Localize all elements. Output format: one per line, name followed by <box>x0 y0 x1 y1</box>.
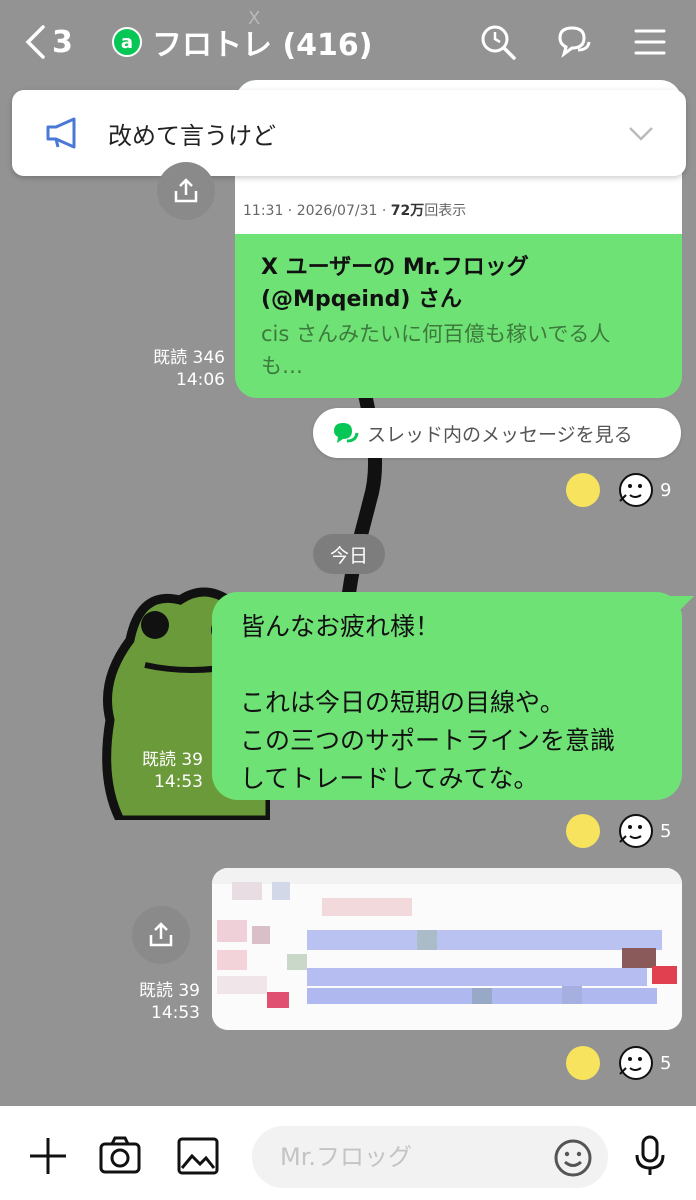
plus-icon[interactable] <box>26 1134 70 1178</box>
message-time: 14:53 <box>154 772 203 792</box>
read-count: 既読 39 <box>138 981 200 1001</box>
message-time: 14:06 <box>176 370 225 390</box>
add-reaction-icon[interactable] <box>566 473 600 507</box>
share-button[interactable] <box>132 906 190 964</box>
card-post-date: 11:31 · 2026/07/31 · 72万回表示 <box>243 203 467 219</box>
reaction-sticker-icon <box>619 1046 653 1080</box>
view-thread-label: スレッド内のメッセージを見る <box>367 423 633 446</box>
reactions-3[interactable]: 5 <box>566 1044 671 1082</box>
search-icon[interactable] <box>478 22 518 62</box>
microphone-icon[interactable] <box>628 1134 672 1178</box>
reaction-sticker-icon <box>619 814 653 848</box>
chevron-left-icon <box>25 25 45 59</box>
chat-title-text: フロトレ (416) <box>152 28 373 63</box>
announcement-banner[interactable]: 改めて言うけど <box>12 90 686 176</box>
reaction-count: 5 <box>660 820 672 842</box>
menu-icon[interactable] <box>630 22 670 62</box>
unread-count: 3 <box>52 24 73 60</box>
message-text: 皆んなお疲れ様！ これは今日の短期の目線や。 この三つのサポートラインを意識 し… <box>240 612 616 793</box>
chat-header: X 3 a フロトレ (416) <box>0 0 696 82</box>
image-message-meta: 既読 39 14:53 <box>110 980 200 1024</box>
chart-screenshot-thumbnail <box>212 868 682 1030</box>
announcement-text: 改めて言うけど <box>108 121 276 150</box>
chat-title[interactable]: a フロトレ (416) <box>112 22 373 63</box>
bubble-tail <box>668 596 694 618</box>
read-count: 既読 39 <box>141 750 203 770</box>
text-message-meta: 既読 39 14:53 <box>110 749 203 793</box>
share-icon <box>149 922 173 947</box>
chat-screen: X 3 a フロトレ (416) 11:31 · 2026/07/31 · 72… <box>0 0 696 1200</box>
date-divider: 今日 <box>313 534 385 574</box>
reactions-1[interactable]: 9 <box>566 471 671 509</box>
card-description: cis さんみたいに何百億も稼いでる人 も… <box>261 322 611 378</box>
thread-chat-icon[interactable] <box>554 22 594 62</box>
share-icon <box>174 178 198 203</box>
camera-icon[interactable] <box>98 1134 142 1178</box>
input-bar <box>0 1106 696 1200</box>
back-button[interactable]: 3 <box>24 22 84 62</box>
reaction-count: 9 <box>660 479 672 501</box>
share-button[interactable] <box>157 162 215 220</box>
chevron-down-icon[interactable] <box>626 118 656 148</box>
card-meta: 既読 346 14:06 <box>130 347 225 391</box>
card-title: X ユーザーの Mr.フロッグ (@Mpqeind) さん <box>261 255 529 312</box>
read-count: 既読 346 <box>153 348 225 368</box>
reaction-sticker-icon <box>619 473 653 507</box>
image-icon[interactable] <box>176 1134 220 1178</box>
view-thread-button[interactable]: スレッド内のメッセージを見る <box>313 408 681 458</box>
message-time: 14:53 <box>151 1003 200 1023</box>
reaction-count: 5 <box>660 1052 672 1074</box>
openchat-badge-icon: a <box>112 27 142 57</box>
emoji-icon[interactable] <box>552 1137 594 1179</box>
reactions-2[interactable]: 5 <box>566 812 671 850</box>
image-message[interactable] <box>212 868 682 1030</box>
thread-bubble-icon <box>334 423 359 443</box>
add-reaction-icon[interactable] <box>566 814 600 848</box>
add-reaction-icon[interactable] <box>566 1046 600 1080</box>
megaphone-icon <box>46 117 76 149</box>
text-message[interactable]: 皆んなお疲れ様！ これは今日の短期の目線や。 この三つのサポートラインを意識 し… <box>212 592 694 800</box>
